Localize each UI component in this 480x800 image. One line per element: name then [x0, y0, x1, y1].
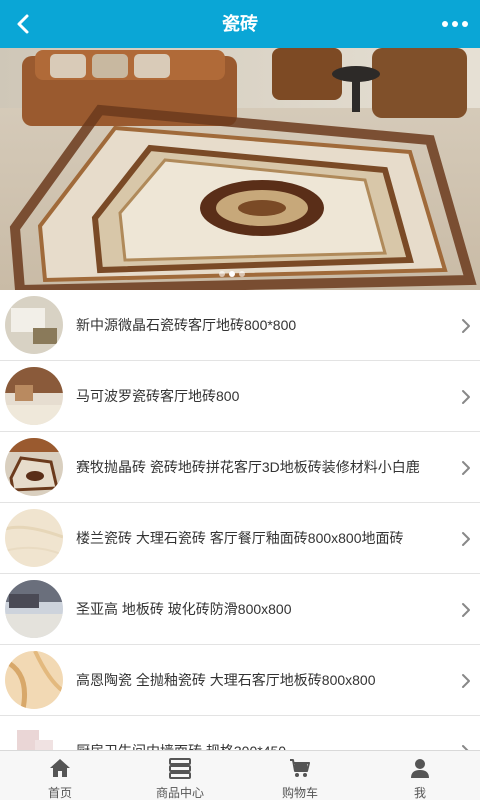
top-bar: 瓷砖 — [0, 0, 480, 48]
chevron-right-icon — [462, 745, 469, 750]
product-thumbnail — [5, 509, 63, 567]
banner-image — [0, 48, 480, 290]
tab-me[interactable]: 我 — [360, 751, 480, 800]
chevron-right-icon — [462, 319, 470, 333]
product-thumbnail — [5, 296, 63, 354]
product-thumbnail — [5, 651, 63, 709]
list-item[interactable]: 马可波罗瓷砖客厅地砖800 — [0, 361, 480, 432]
product-name: 厨房卫生间内墙面砖 规格300*450 — [76, 716, 440, 750]
product-name: 新中源微晶石瓷砖客厅地砖800*800 — [76, 317, 297, 333]
tab-home[interactable]: 首页 — [0, 751, 120, 800]
home-icon — [50, 759, 70, 777]
bottom-tab-bar: 首页 商品中心 购物车 我 — [0, 750, 480, 800]
product-thumbnail — [5, 722, 63, 750]
list-item[interactable]: 楼兰瓷砖 大理石瓷砖 客厅餐厅釉面砖800x800地面砖 — [0, 503, 480, 574]
list-icon — [169, 758, 191, 779]
banner-carousel[interactable] — [0, 48, 480, 290]
page-title: 瓷砖 — [222, 14, 258, 34]
product-name: 楼兰瓷砖 大理石瓷砖 客厅餐厅釉面砖800x800地面砖 — [76, 530, 404, 546]
list-item[interactable]: 厨房卫生间内墙面砖 规格300*450 — [0, 716, 480, 750]
more-dots-icon[interactable] — [440, 12, 470, 36]
list-item[interactable]: 高恩陶瓷 全抛釉瓷砖 大理石客厅地板砖800x800 — [0, 645, 480, 716]
product-thumbnail — [5, 580, 63, 638]
user-icon — [411, 759, 429, 778]
chevron-right-icon — [462, 390, 470, 404]
chevron-right-icon — [462, 674, 470, 688]
tab-label: 购物车 — [281, 786, 318, 800]
product-name: 高恩陶瓷 全抛釉瓷砖 大理石客厅地板砖800x800 — [76, 672, 376, 688]
list-item[interactable]: 赛牧抛晶砖 瓷砖地砖拼花客厅3D地板砖装修材料小白鹿 — [0, 432, 480, 503]
product-thumbnail — [5, 367, 63, 425]
tab-label: 首页 — [47, 786, 72, 800]
tab-label: 我 — [413, 786, 426, 800]
tab-cart[interactable]: 购物车 — [240, 751, 360, 800]
product-list: 新中源微晶石瓷砖客厅地砖800*800 马可波罗瓷砖客厅地砖800 赛牧抛晶砖 … — [0, 290, 480, 750]
list-item[interactable]: 新中源微晶石瓷砖客厅地砖800*800 — [0, 290, 480, 361]
chevron-right-icon — [462, 603, 470, 617]
product-name: 马可波罗瓷砖客厅地砖800 — [76, 388, 240, 404]
tab-products[interactable]: 商品中心 — [120, 751, 240, 800]
product-thumbnail — [5, 438, 63, 496]
product-name: 赛牧抛晶砖 瓷砖地砖拼花客厅3D地板砖装修材料小白鹿 — [76, 459, 420, 475]
list-item[interactable]: 圣亚高 地板砖 玻化砖防滑800x800 — [0, 574, 480, 645]
product-name: 圣亚高 地板砖 玻化砖防滑800x800 — [76, 601, 292, 617]
chevron-right-icon — [462, 532, 470, 546]
cart-icon — [290, 759, 310, 777]
chevron-right-icon — [462, 461, 470, 475]
tab-label: 商品中心 — [155, 786, 204, 800]
